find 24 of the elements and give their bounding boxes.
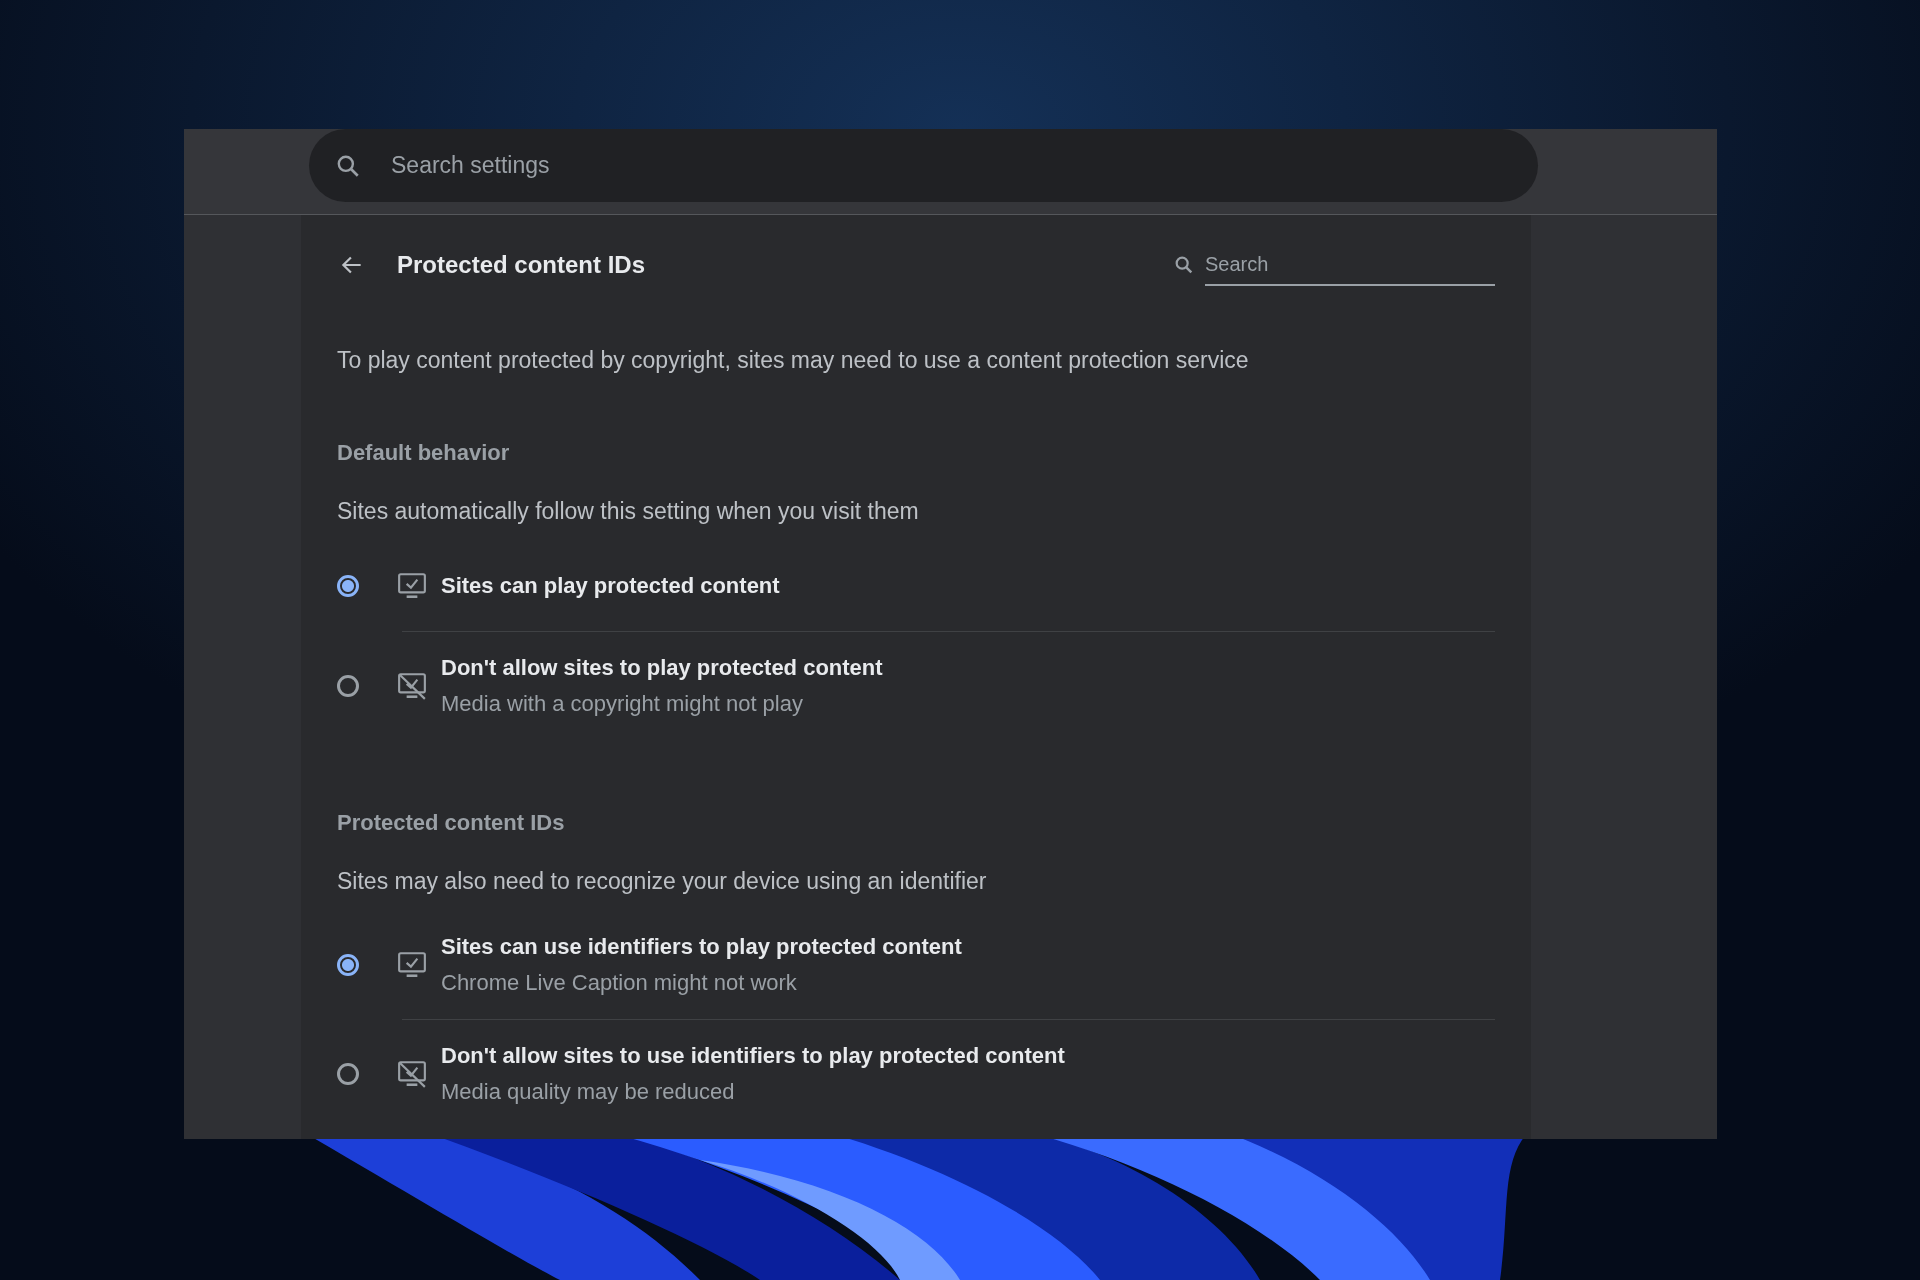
- option-description: Media with a copyright might not play: [441, 691, 804, 717]
- option-description: Media quality may be reduced: [441, 1079, 736, 1105]
- radio-button[interactable]: [337, 1063, 359, 1085]
- option-label: Don't allow sites to play protected content: [441, 655, 883, 681]
- radio-button[interactable]: [337, 675, 359, 697]
- description: To play content protected by copyright, sites may need to use a content protection service: [337, 347, 1250, 374]
- radio-button[interactable]: [337, 575, 359, 597]
- section-subtitle: Sites automatically follow this setting when you visit them: [337, 498, 920, 525]
- search-field[interactable]: Search: [1205, 244, 1495, 286]
- search-field[interactable]: Search settings: [309, 129, 1538, 202]
- option-label: Don't allow sites to use identifiers to play protected content: [441, 1043, 1065, 1069]
- monitor-check-icon: [397, 951, 427, 979]
- monitor-slash-icon: [397, 1060, 427, 1088]
- option-label: Sites can use identifiers to play protected content: [441, 934, 962, 960]
- section-heading: Default behavior: [337, 440, 511, 466]
- option-description: Chrome Live Caption might not work: [441, 970, 798, 996]
- radio-button[interactable]: [337, 954, 359, 976]
- page-title: Protected content IDs: [397, 251, 646, 279]
- section-heading: Protected content IDs: [337, 810, 566, 836]
- monitor-slash-icon: [397, 672, 427, 700]
- monitor-check-icon: [397, 572, 427, 600]
- section-subtitle: Sites may also need to recognize your device using an identifier: [337, 868, 988, 895]
- search-icon: [1173, 254, 1195, 276]
- option-label: Sites can play protected content: [441, 573, 780, 599]
